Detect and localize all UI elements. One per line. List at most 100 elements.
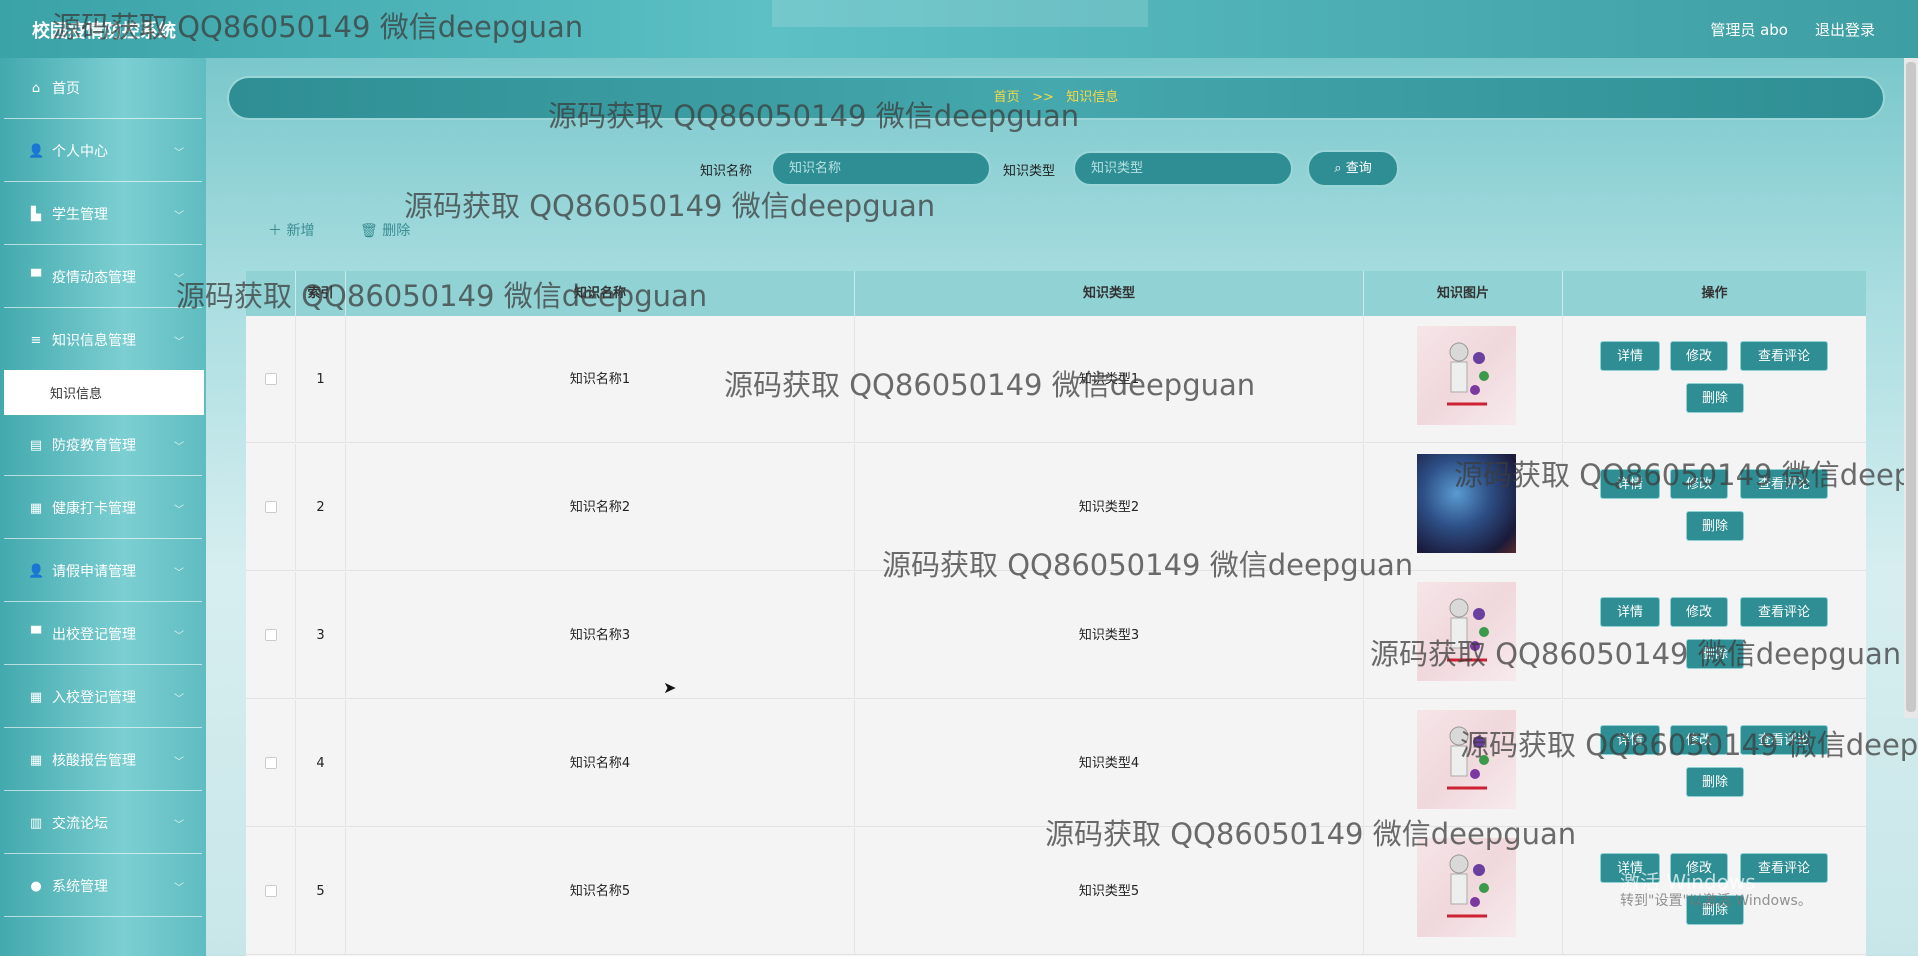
chevron-down-icon: ﹀ [174, 210, 184, 222]
chevron-down-icon: ﹀ [174, 504, 184, 516]
current-user: 管理员 abo [1710, 21, 1788, 39]
sidebar-item-8[interactable]: ▀ 出校登记管理 ﹀ [4, 604, 202, 665]
row-checkbox[interactable] [265, 501, 277, 513]
sidebar-item-label: 健康打卡管理 [52, 501, 136, 517]
watermark-text: 源码获取 QQ86050149 微信deepguan [52, 10, 584, 44]
sidebar-item-1[interactable]: 👤 个人中心 ﹀ [4, 121, 202, 182]
sidebar-item-7[interactable]: 👤 请假申请管理 ﹀ [4, 541, 202, 602]
name-cell: 知识名称2 [346, 444, 855, 571]
search-button[interactable]: ⌕ 查询 [1307, 150, 1399, 187]
grid-icon: ▦ [29, 500, 43, 516]
search-type-label: 知识类型 [1003, 164, 1056, 179]
sidebar-item-label: 首页 [52, 81, 80, 97]
chevron-down-icon: ﹀ [174, 630, 184, 642]
view-comments-button[interactable]: 查看评论 [1740, 341, 1828, 371]
user-icon: 👤 [28, 143, 45, 159]
watermark-text: 源码获取 QQ86050149 微信deepguan [548, 99, 1080, 133]
sidebar-item-label: 核酸报告管理 [52, 753, 136, 769]
sidebar-item-10[interactable]: ▦ 核酸报告管理 ﹀ [4, 730, 202, 791]
chevron-down-icon: ﹀ [174, 336, 184, 348]
sidebar-item-label: 个人中心 [52, 144, 108, 160]
search-type-input[interactable]: 知识类型 [1073, 151, 1293, 186]
windows-activate-subtitle: 转到"设置"以激活 Windows。 [1620, 893, 1812, 909]
sidebar-subitem-knowledge[interactable]: 知识信息 [4, 370, 204, 415]
illustration-icon [1447, 342, 1489, 406]
row-delete-button[interactable]: 删除 [1686, 767, 1744, 797]
row-checkbox[interactable] [265, 757, 277, 769]
delete-button[interactable]: 🗑 删除 [360, 220, 410, 240]
sidebar-item-9[interactable]: ▦ 入校登记管理 ﹀ [4, 667, 202, 728]
name-cell: 知识名称5 [346, 828, 855, 955]
search-name-label: 知识名称 [700, 164, 753, 179]
sidebar-item-12[interactable]: ● 系统管理 ﹀ [4, 856, 202, 917]
edit-button[interactable]: 修改 [1670, 341, 1728, 371]
row-delete-button[interactable]: 删除 [1686, 383, 1744, 413]
bar-icon: ▥ [29, 815, 43, 831]
sidebar-item-label: 入校登记管理 [52, 690, 136, 706]
sidebar-item-label: 请假申请管理 [52, 564, 136, 580]
home-icon: ⌂ [31, 80, 41, 96]
sidebar-item-3[interactable]: ▀ 疫情动态管理 ﹀ [4, 247, 202, 308]
page-scrollbar-thumb[interactable] [1906, 62, 1916, 712]
index-cell: 2 [296, 444, 346, 571]
detail-button[interactable]: 详情 [1600, 597, 1660, 627]
select-cell [246, 316, 296, 443]
sidebar-item-4[interactable]: ≡ 知识信息管理 ﹀ [4, 310, 202, 371]
header-image: 知识图片 [1364, 271, 1563, 316]
watermark-text: 源码获取 QQ86050149 微信deepguan [1460, 728, 1918, 762]
sidebar-item-11[interactable]: ▥ 交流论坛 ﹀ [4, 793, 202, 854]
index-cell: 1 [296, 316, 346, 443]
index-cell: 3 [296, 572, 346, 699]
watermark-text: 源码获取 QQ86050149 微信deepguan [882, 548, 1414, 582]
select-cell [246, 700, 296, 827]
view-comments-button[interactable]: 查看评论 [1740, 597, 1828, 627]
chevron-down-icon: ﹀ [174, 693, 184, 705]
index-cell: 4 [296, 700, 346, 827]
list-icon: ≡ [30, 332, 42, 348]
monitor-icon: ▀ [31, 269, 41, 285]
header-ops: 操作 [1701, 286, 1728, 301]
add-button[interactable]: ＋ 新增 [268, 220, 314, 240]
name-cell: 知识名称4 [346, 700, 855, 827]
sidebar-item-label: 疫情动态管理 [52, 270, 136, 286]
user-icon: 👤 [28, 563, 45, 579]
index-cell: 5 [296, 828, 346, 955]
search-icon: ⌕ [1334, 161, 1342, 176]
select-cell [246, 572, 296, 699]
school-icon: ▙ [31, 206, 41, 222]
select-cell [246, 444, 296, 571]
select-cell [246, 828, 296, 955]
sidebar-item-6[interactable]: ▦ 健康打卡管理 ﹀ [4, 478, 202, 539]
row-checkbox[interactable] [265, 885, 277, 897]
row-checkbox[interactable] [265, 373, 277, 385]
watermark-text: 源码获取 QQ86050149 微信deepguan [1370, 637, 1902, 671]
search-name-input[interactable]: 知识名称 [771, 151, 991, 186]
sidebar-item-label: 交流论坛 [52, 816, 108, 832]
chevron-down-icon: ﹀ [174, 441, 184, 453]
sidebar-item-label: 系统管理 [52, 879, 108, 895]
chevron-down-icon: ﹀ [174, 147, 184, 159]
grid-icon: ▦ [29, 752, 43, 768]
add-button-label: 新增 [286, 223, 315, 239]
watermark-text: 源码获取 QQ86050149 微信deepguan [404, 189, 936, 223]
watermark-text: 源码获取 QQ86050149 微信deepguan [1045, 817, 1577, 851]
top-notice-box [772, 0, 1148, 27]
message-icon: ▀ [31, 626, 41, 642]
name-cell: 知识名称3 [346, 572, 855, 699]
watermark-text: 源码获取 QQ86050149 微信deepguan [724, 368, 1256, 402]
logout-link[interactable]: 退出登录 [1815, 19, 1875, 40]
sidebar-item-label: 知识信息管理 [52, 333, 136, 349]
chevron-down-icon: ﹀ [174, 756, 184, 768]
edit-button[interactable]: 修改 [1670, 597, 1728, 627]
sidebar-item-5[interactable]: ▤ 防疫教育管理 ﹀ [4, 415, 202, 476]
knowledge-image[interactable] [1417, 326, 1516, 425]
search-button-label: 查询 [1345, 161, 1372, 176]
sidebar-item-0[interactable]: ⌂ 首页 [4, 58, 202, 119]
watermark-text: 源码获取 QQ86050149 微信deepguan [176, 279, 708, 313]
row-checkbox[interactable] [265, 629, 277, 641]
sidebar-item-2[interactable]: ▙ 学生管理 ﹀ [4, 184, 202, 245]
header-type: 知识类型 [855, 271, 1364, 316]
chart-icon: ▤ [29, 437, 43, 453]
detail-button[interactable]: 详情 [1600, 341, 1660, 371]
row-delete-button[interactable]: 删除 [1686, 511, 1744, 541]
